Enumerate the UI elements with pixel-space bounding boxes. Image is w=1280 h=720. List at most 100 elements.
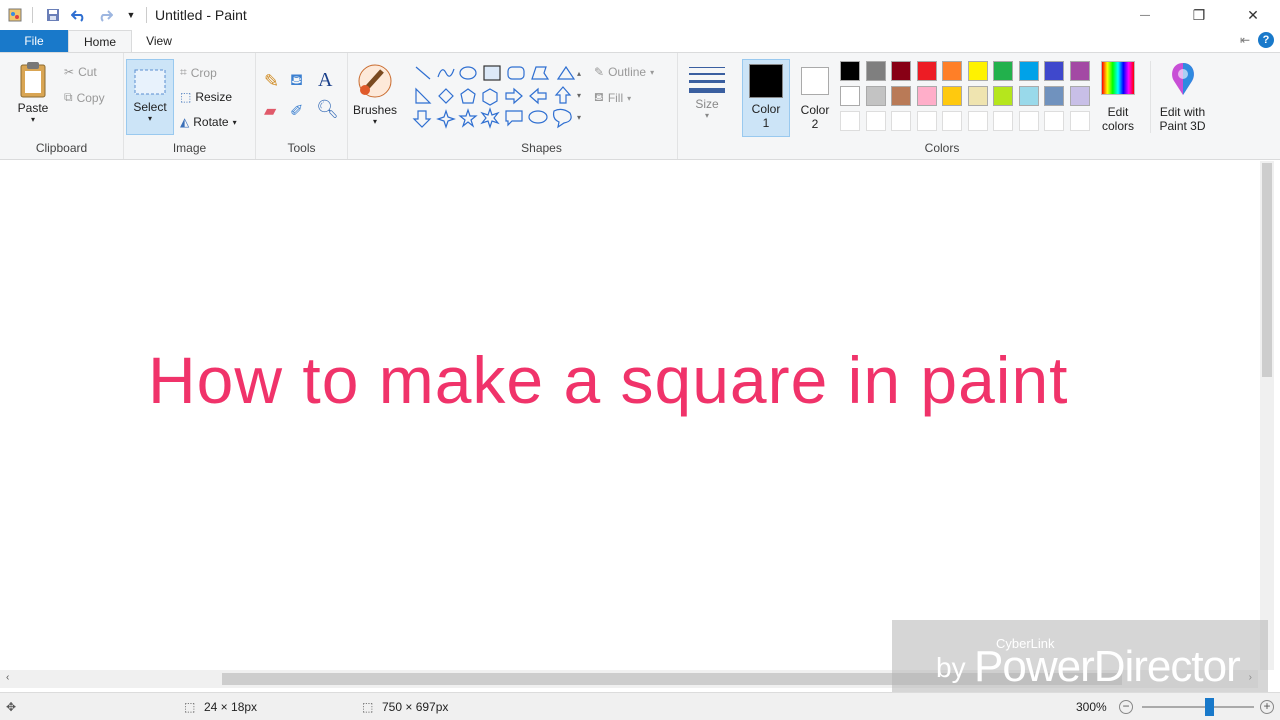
brushes-button[interactable]: Brushes ▾	[350, 63, 400, 126]
window-title: Untitled - Paint	[146, 7, 247, 23]
paint3d-icon	[1171, 63, 1194, 95]
select-button[interactable]: Select ▾	[126, 59, 174, 135]
quick-access-toolbar: ▼	[0, 6, 140, 24]
cursor-position-icon: ✥	[6, 699, 17, 714]
fill-bucket-icon[interactable]: ⛾	[290, 71, 303, 91]
palette-empty-slot[interactable]	[1044, 111, 1064, 131]
palette-swatch[interactable]	[942, 86, 962, 106]
watermark-by: by	[936, 652, 966, 683]
text-tool-icon[interactable]: A	[318, 69, 332, 92]
outline-brush-icon: ✎	[594, 65, 605, 79]
line-width-icon	[689, 67, 725, 93]
color1-swatch	[749, 64, 783, 98]
palette-swatch[interactable]	[1044, 86, 1064, 106]
undo-icon[interactable]	[70, 6, 88, 24]
image-label: Image	[172, 141, 207, 155]
minimize-button[interactable]: —	[1118, 0, 1172, 30]
palette-swatch[interactable]	[942, 61, 962, 81]
shapes-gallery[interactable]	[412, 63, 588, 133]
ribbon-tabs: File Home View ⇤ ?	[0, 30, 1280, 52]
palette-swatch[interactable]	[916, 86, 937, 106]
shapes-group: ▴ ▾ ▾ ✎ Outline ▾ ⛾ Fill ▾ Shapes	[406, 53, 678, 159]
zoom-slider[interactable]	[1142, 706, 1254, 708]
copy-button[interactable]: ⧉ Copy	[64, 90, 105, 105]
vertical-scroll-thumb[interactable]	[1262, 163, 1272, 377]
zoom-level: 300%	[1076, 699, 1107, 714]
scroll-left-icon[interactable]: ‹	[6, 672, 9, 683]
color2-button[interactable]: Color 2	[792, 59, 838, 131]
palette-empty-slot[interactable]	[993, 111, 1013, 131]
tab-view[interactable]: View	[132, 30, 186, 52]
size-button[interactable]: Size ▾	[684, 63, 730, 120]
color-picker-icon[interactable]: ✐	[290, 101, 303, 121]
colors-group: Colors	[838, 53, 1100, 159]
palette-swatch[interactable]	[891, 61, 911, 81]
customize-icon[interactable]: ▼	[122, 6, 140, 24]
palette-swatch[interactable]	[1018, 86, 1039, 106]
fill-button[interactable]: ⛾ Fill ▾	[594, 90, 631, 106]
cut-button[interactable]: ✂ Cut	[64, 65, 97, 79]
palette-empty-slot[interactable]	[967, 111, 988, 131]
edit-colors-button[interactable]: Edit colors	[1096, 61, 1140, 133]
palette-swatch[interactable]	[865, 86, 886, 106]
palette-empty-slot[interactable]	[942, 111, 962, 131]
color1-button[interactable]: Color 1	[742, 59, 790, 137]
magnifier-icon[interactable]: 🔍︎	[316, 99, 339, 120]
palette-swatch[interactable]	[1069, 61, 1090, 81]
palette-swatch[interactable]	[840, 86, 860, 106]
help-icon[interactable]: ?	[1258, 32, 1274, 48]
palette-swatch[interactable]	[1069, 86, 1090, 106]
palette-swatch[interactable]	[916, 61, 937, 81]
vertical-scrollbar[interactable]	[1260, 161, 1274, 670]
palette-swatch[interactable]	[1044, 61, 1064, 81]
paste-button[interactable]: Paste ▾	[12, 61, 54, 124]
zoom-in-button[interactable]: +	[1260, 699, 1274, 714]
scissors-icon: ✂	[64, 65, 75, 79]
shapes-scroll[interactable]: ▴ ▾ ▾	[572, 63, 586, 131]
close-button[interactable]: ✕	[1226, 0, 1280, 30]
canvas-headline-text: How to make a square in paint	[148, 343, 1069, 417]
palette-swatch[interactable]	[865, 61, 886, 81]
selection-size: 24 × 18px	[204, 699, 258, 714]
eraser-icon[interactable]: ▰	[264, 101, 276, 121]
restore-button[interactable]: ❐	[1172, 0, 1226, 30]
crop-button[interactable]: ⌗ Crop	[180, 65, 217, 80]
palette-swatch[interactable]	[891, 86, 911, 106]
palette-empty-slot[interactable]	[891, 111, 911, 131]
clipboard-label: Clipboard	[35, 141, 88, 155]
palette-swatch[interactable]	[967, 86, 988, 106]
save-icon[interactable]	[44, 6, 62, 24]
tab-home[interactable]: Home	[68, 30, 132, 52]
edit-with-paint3d-button[interactable]: Edit with Paint 3D	[1150, 61, 1212, 133]
palette-empty-slot[interactable]	[1018, 111, 1039, 131]
window-controls: — ❐ ✕	[1118, 0, 1280, 30]
tab-file[interactable]: File	[0, 30, 68, 52]
resize-icon: ⬚	[180, 90, 192, 104]
image-size: 750 × 697px	[382, 699, 449, 714]
palette-empty-slot[interactable]	[916, 111, 937, 131]
shapes-gallery-icons	[412, 65, 576, 129]
paint-app-icon[interactable]	[6, 6, 24, 24]
zoom-out-button[interactable]: −	[1119, 699, 1133, 714]
palette-swatch[interactable]	[993, 61, 1013, 81]
rotate-button[interactable]: ◭ Rotate ▾	[180, 115, 237, 129]
crop-icon: ⌗	[180, 65, 187, 79]
palette-empty-slot[interactable]	[1069, 111, 1090, 131]
palette-empty-slot[interactable]	[840, 111, 860, 131]
palette-swatch[interactable]	[993, 86, 1013, 106]
palette-swatch[interactable]	[1018, 61, 1039, 81]
pencil-icon[interactable]: ✎	[264, 71, 279, 92]
zoom-slider-thumb[interactable]	[1205, 698, 1214, 716]
palette-empty-slot[interactable]	[865, 111, 886, 131]
shapes-label: Shapes	[521, 141, 562, 155]
color-spectrum-icon	[1101, 61, 1135, 95]
pin-ribbon-icon[interactable]: ⇤	[1240, 33, 1250, 47]
palette-swatch[interactable]	[840, 61, 860, 81]
outline-button[interactable]: ✎ Outline ▾	[594, 65, 654, 79]
clipboard-icon	[20, 62, 46, 98]
image-group: Select ▾ ⌗ Crop ⬚ Resize ◭ Rotate ▾ Imag…	[124, 53, 256, 159]
resize-button[interactable]: ⬚ Resize	[180, 90, 232, 104]
redo-icon[interactable]	[96, 6, 114, 24]
selection-size-icon: ⬚	[184, 699, 196, 714]
palette-swatch[interactable]	[967, 61, 988, 81]
